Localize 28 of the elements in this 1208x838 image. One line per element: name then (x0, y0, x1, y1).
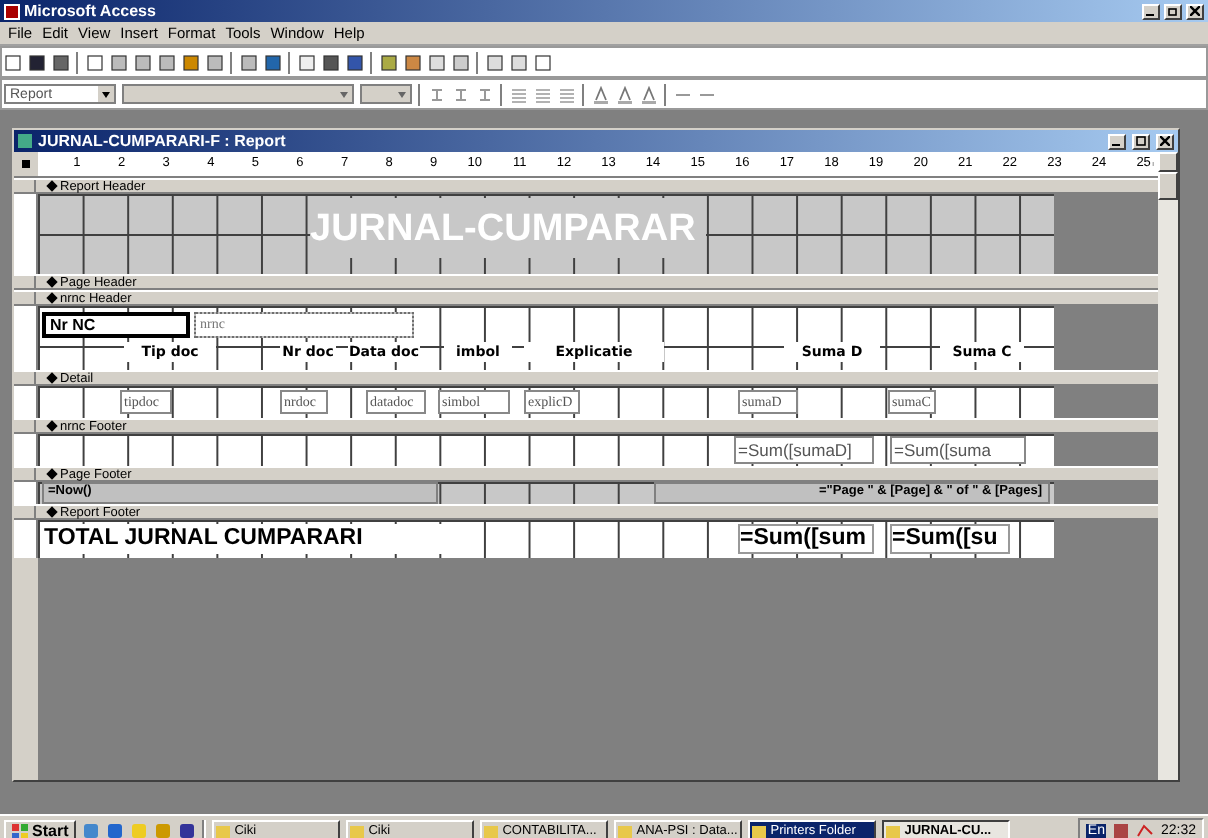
close-button[interactable] (1186, 3, 1204, 19)
minimize-button[interactable] (1142, 3, 1160, 19)
dropdown-arrow-icon[interactable] (98, 86, 114, 102)
format-icon[interactable] (428, 85, 446, 103)
color-icon[interactable] (592, 85, 610, 103)
color-icon[interactable] (616, 85, 634, 103)
report-icon (18, 134, 32, 148)
close-button[interactable] (1156, 133, 1174, 149)
windows-logo-icon (12, 823, 28, 838)
color-icon[interactable] (640, 85, 658, 103)
maximize-button[interactable] (1132, 133, 1150, 149)
text-box-control[interactable]: =Sum([suma (890, 436, 1026, 464)
restore-button[interactable] (1164, 3, 1182, 19)
text-box-control[interactable]: =Sum([su (890, 524, 1010, 554)
vertical-ruler (14, 194, 38, 274)
report-label[interactable]: Nr NC (42, 312, 190, 338)
format-icon[interactable] (476, 85, 494, 103)
report-window-title: JURNAL-CUMPARARI-F : Report (38, 132, 288, 150)
minimize-button[interactable] (1108, 133, 1126, 149)
text-box-control[interactable]: =Sum([sum (738, 524, 874, 554)
app-title: Microsoft Access (24, 2, 158, 20)
vertical-ruler (14, 482, 38, 504)
text-box-control[interactable]: =Sum([sumaD] (734, 436, 874, 464)
restore-icon (1168, 6, 1178, 16)
access-icon (4, 3, 20, 19)
format-icon[interactable] (452, 85, 470, 103)
start-button[interactable]: Start (4, 819, 77, 838)
size-combo[interactable] (360, 84, 412, 104)
